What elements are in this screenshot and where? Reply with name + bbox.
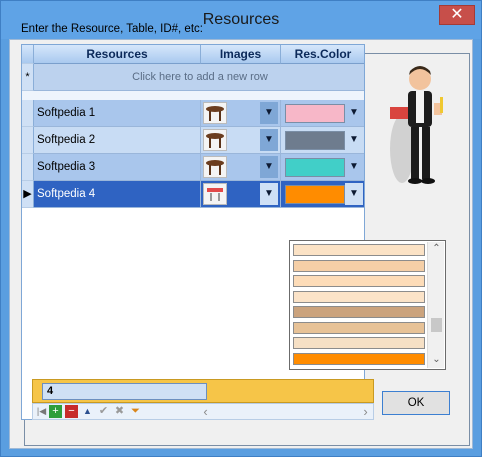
nav-remove-button[interactable]: −: [65, 405, 78, 418]
red-table-icon: [203, 183, 227, 205]
color-swatch: [285, 104, 345, 123]
scroll-thumb[interactable]: [431, 318, 442, 332]
color-option[interactable]: [293, 321, 425, 334]
color-dropdown-button[interactable]: ▼: [345, 183, 363, 205]
scroll-down-arrow[interactable]: ⌄: [428, 353, 445, 367]
resource-cell[interactable]: Softpedia 3: [34, 154, 201, 181]
color-cell[interactable]: ▼: [281, 127, 364, 154]
table-icon: [203, 129, 227, 151]
row-indicator[interactable]: ▶: [22, 181, 34, 208]
grid-spacer: [22, 91, 364, 100]
filter-input[interactable]: 4: [42, 383, 207, 400]
navigator-bar: |◀ + − ▲ ✔ ✖ ⏷ ‹ ›: [32, 403, 374, 420]
color-option[interactable]: [293, 352, 425, 365]
add-new-row[interactable]: Click here to add a new row: [34, 64, 364, 91]
color-swatch: [285, 158, 345, 177]
color-dropdown-button[interactable]: ▼: [345, 102, 363, 124]
column-header-images[interactable]: Images: [201, 45, 281, 64]
column-header-resources[interactable]: Resources: [34, 45, 201, 64]
prompt-label: Enter the Resource, Table, ID#, etc:: [21, 23, 203, 35]
new-row-indicator: *: [22, 64, 34, 91]
nav-first-button[interactable]: |◀: [35, 405, 48, 418]
scroll-up-arrow[interactable]: ⌃: [428, 242, 445, 256]
color-dropdown-button[interactable]: ▼: [345, 129, 363, 151]
dropdown-scrollbar[interactable]: ⌃ ⌄: [427, 242, 444, 368]
color-swatch: [285, 185, 345, 204]
image-dropdown-button[interactable]: ▼: [260, 129, 278, 151]
table-icon: [203, 156, 227, 178]
resource-cell[interactable]: Softpedia 1: [34, 100, 201, 127]
resource-cell[interactable]: Softpedia 4: [34, 181, 201, 208]
nav-scroll-right[interactable]: ›: [359, 405, 372, 418]
color-option[interactable]: [293, 244, 425, 256]
color-cell[interactable]: ▼: [281, 181, 364, 208]
filter-bar: 4: [32, 379, 374, 403]
nav-filter-button[interactable]: ⏷: [129, 405, 142, 418]
column-header-res-color[interactable]: Res.Color: [281, 45, 364, 64]
color-option[interactable]: [293, 337, 425, 349]
waiter-mascot-image: [384, 63, 454, 193]
color-option[interactable]: [293, 259, 425, 272]
color-option[interactable]: [293, 290, 425, 303]
color-swatch: [285, 131, 345, 150]
nav-cancel-button[interactable]: ✖: [113, 405, 126, 418]
color-cell[interactable]: ▼: [281, 100, 364, 127]
image-cell[interactable]: ▼: [201, 181, 281, 208]
image-dropdown-button[interactable]: ▼: [260, 156, 278, 178]
image-dropdown-button[interactable]: ▼: [260, 183, 278, 205]
color-dropdown-list[interactable]: ⌃ ⌄: [289, 240, 446, 370]
row-indicator[interactable]: [22, 100, 34, 127]
image-cell[interactable]: ▼: [201, 127, 281, 154]
row-indicator[interactable]: [22, 127, 34, 154]
resource-cell[interactable]: Softpedia 2: [34, 127, 201, 154]
color-option[interactable]: [293, 306, 425, 318]
row-indicator[interactable]: [22, 154, 34, 181]
resources-window: Resources ✕ Enter the Resource, Table, I…: [0, 0, 482, 457]
nav-add-button[interactable]: +: [49, 405, 62, 418]
close-button[interactable]: ✕: [439, 5, 475, 25]
image-cell[interactable]: ▼: [201, 154, 281, 181]
color-dropdown-button[interactable]: ▼: [345, 156, 363, 178]
grid-corner: [22, 45, 34, 64]
table-icon: [203, 102, 227, 124]
nav-post-button[interactable]: ✔: [97, 405, 110, 418]
color-option[interactable]: [293, 275, 425, 287]
image-dropdown-button[interactable]: ▼: [260, 102, 278, 124]
ok-button[interactable]: OK: [382, 391, 450, 415]
color-cell[interactable]: ▼: [281, 154, 364, 181]
nav-scroll-left[interactable]: ‹: [199, 405, 212, 418]
nav-up-button[interactable]: ▲: [81, 405, 94, 418]
image-cell[interactable]: ▼: [201, 100, 281, 127]
